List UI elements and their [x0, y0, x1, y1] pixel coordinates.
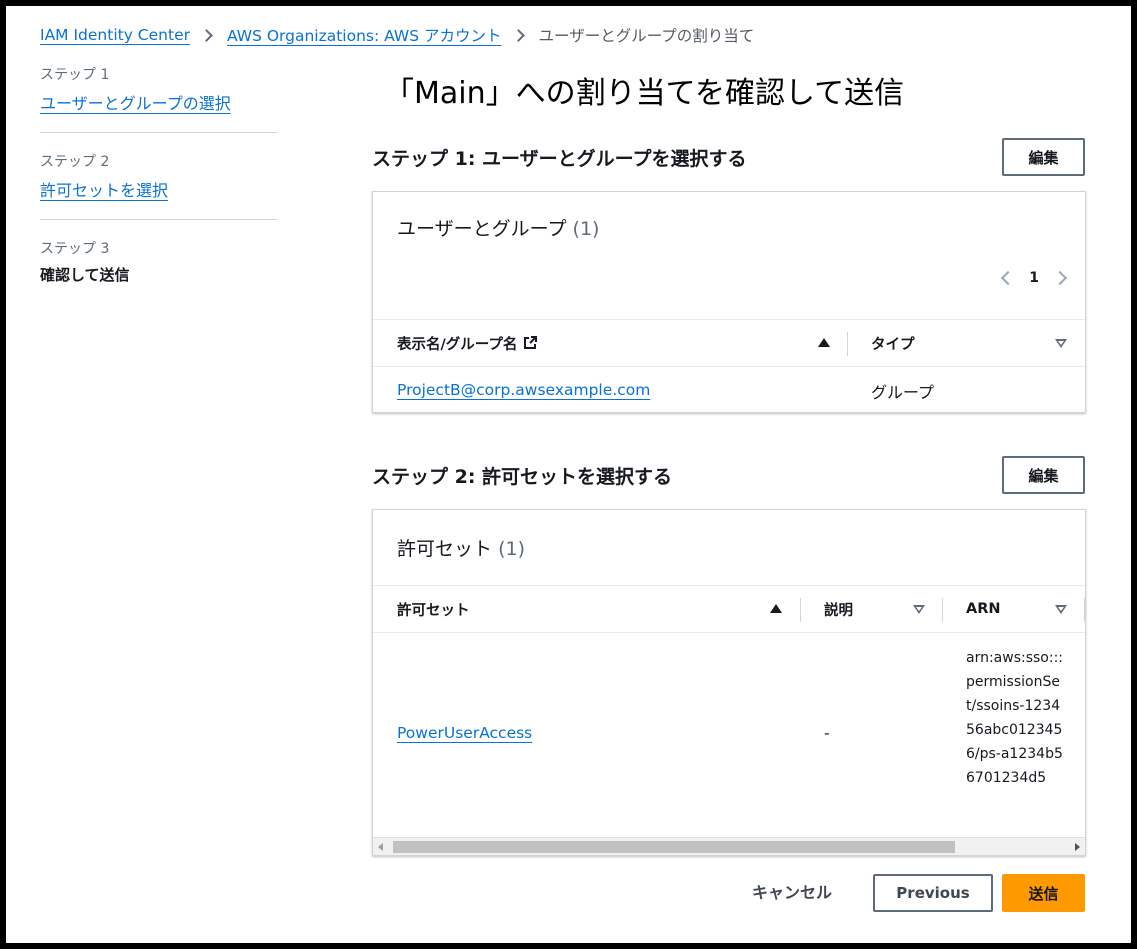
chevron-left-icon[interactable] [1001, 270, 1016, 286]
wizard-step-link-select-users[interactable]: ユーザーとグループの選択 [40, 90, 231, 114]
column-divider[interactable] [800, 598, 801, 622]
divider [40, 132, 277, 133]
wizard-step-3: ステップ 3 確認して送信 [40, 238, 277, 285]
chevron-right-icon [511, 28, 525, 42]
column-header-arn[interactable]: ARN [966, 586, 1001, 632]
wizard-steps-nav: ステップ 1 ユーザーとグループの選択 ステップ 2 許可セットを選択 ステップ… [40, 64, 277, 285]
scrollbar-thumb[interactable] [393, 841, 955, 853]
section-1-header: ステップ 1: ユーザーとグループを選択する 編集 [372, 138, 1085, 176]
table-header: 表示名/グループ名 タイプ [373, 319, 1085, 367]
section-2-title: ステップ 2: 許可セットを選択する [372, 465, 673, 488]
wizard-step-link-select-permission-set[interactable]: 許可セットを選択 [40, 177, 168, 201]
permission-set-arn: arn:aws:sso:::permissionSet/ssoins-12345… [966, 650, 1064, 786]
sort-ascending-icon[interactable] [770, 604, 782, 613]
users-groups-table-card: ユーザーとグループ (1) 1 表示名/グループ名 タイプ ProjectB@c… [372, 191, 1086, 413]
scroll-right-arrow-icon[interactable] [1075, 843, 1080, 851]
permission-set-table-card: 許可セット (1) 許可セット 説明 ARN PowerUserAccess -… [372, 509, 1086, 856]
wizard-step-number: ステップ 2 [40, 154, 110, 170]
column-header-type[interactable]: タイプ [871, 320, 915, 366]
users-groups-card-title: ユーザーとグループ (1) [397, 214, 599, 241]
pagination-page-1[interactable]: 1 [1029, 270, 1039, 286]
horizontal-scrollbar[interactable] [373, 837, 1085, 855]
chevron-right-icon[interactable] [1052, 270, 1068, 286]
breadcrumb-current: ユーザーとグループの割り当て [538, 27, 755, 45]
edit-permission-set-button[interactable]: 編集 [1002, 456, 1085, 494]
breadcrumb-iam-identity-center[interactable]: IAM Identity Center [40, 26, 190, 44]
column-divider[interactable] [942, 598, 943, 622]
permission-set-heading: 許可セット [397, 538, 493, 560]
wizard-step-2: ステップ 2 許可セットを選択 [40, 151, 277, 201]
column-divider[interactable] [1084, 598, 1085, 622]
edit-users-button[interactable]: 編集 [1002, 138, 1085, 176]
column-divider[interactable] [847, 332, 848, 356]
permission-set-count: (1) [498, 538, 525, 560]
submit-button[interactable]: 送信 [1002, 874, 1085, 912]
column-header-permission-set[interactable]: 許可セット [397, 586, 470, 632]
section-1-title: ステップ 1: ユーザーとグループを選択する [372, 147, 747, 170]
column-header-display-name[interactable]: 表示名/グループ名 [397, 320, 538, 366]
table-header: 許可セット 説明 ARN [373, 585, 1085, 633]
external-link-icon [523, 336, 538, 350]
page-title: 「Main」への割り当てを確認して送信 [384, 76, 905, 111]
wizard-step-number: ステップ 3 [40, 241, 110, 257]
sort-descending-icon[interactable] [1055, 605, 1067, 614]
pagination: 1 [1001, 270, 1068, 286]
permission-set-description: - [824, 724, 830, 742]
breadcrumb: IAM Identity Center AWS Organizations: A… [40, 22, 754, 48]
column-header-description[interactable]: 説明 [824, 586, 853, 632]
sort-ascending-icon[interactable] [818, 338, 830, 347]
column-header-label: 表示名/グループ名 [397, 336, 518, 353]
previous-button[interactable]: Previous [873, 874, 993, 912]
breadcrumb-aws-accounts[interactable]: AWS Organizations: AWS アカウント [227, 24, 502, 46]
permission-set-link[interactable]: PowerUserAccess [397, 724, 532, 742]
users-groups-count: (1) [572, 218, 600, 240]
group-type: グループ [871, 383, 935, 402]
section-2-header: ステップ 2: 許可セットを選択する 編集 [372, 456, 1085, 494]
users-groups-heading: ユーザーとグループ [397, 218, 567, 240]
cancel-button[interactable]: キャンセル [752, 874, 832, 912]
group-link[interactable]: ProjectB@corp.awsexample.com [397, 381, 650, 399]
wizard-step-current-review: 確認して送信 [40, 266, 130, 284]
wizard-step-1: ステップ 1 ユーザーとグループの選択 [40, 64, 277, 114]
sort-descending-icon[interactable] [913, 605, 925, 614]
chevron-right-icon [200, 28, 213, 42]
divider [40, 219, 277, 220]
permission-set-card-title: 許可セット (1) [397, 534, 525, 561]
wizard-step-number: ステップ 1 [40, 67, 110, 83]
scroll-left-arrow-icon[interactable] [378, 843, 383, 851]
sort-descending-icon[interactable] [1055, 339, 1067, 348]
